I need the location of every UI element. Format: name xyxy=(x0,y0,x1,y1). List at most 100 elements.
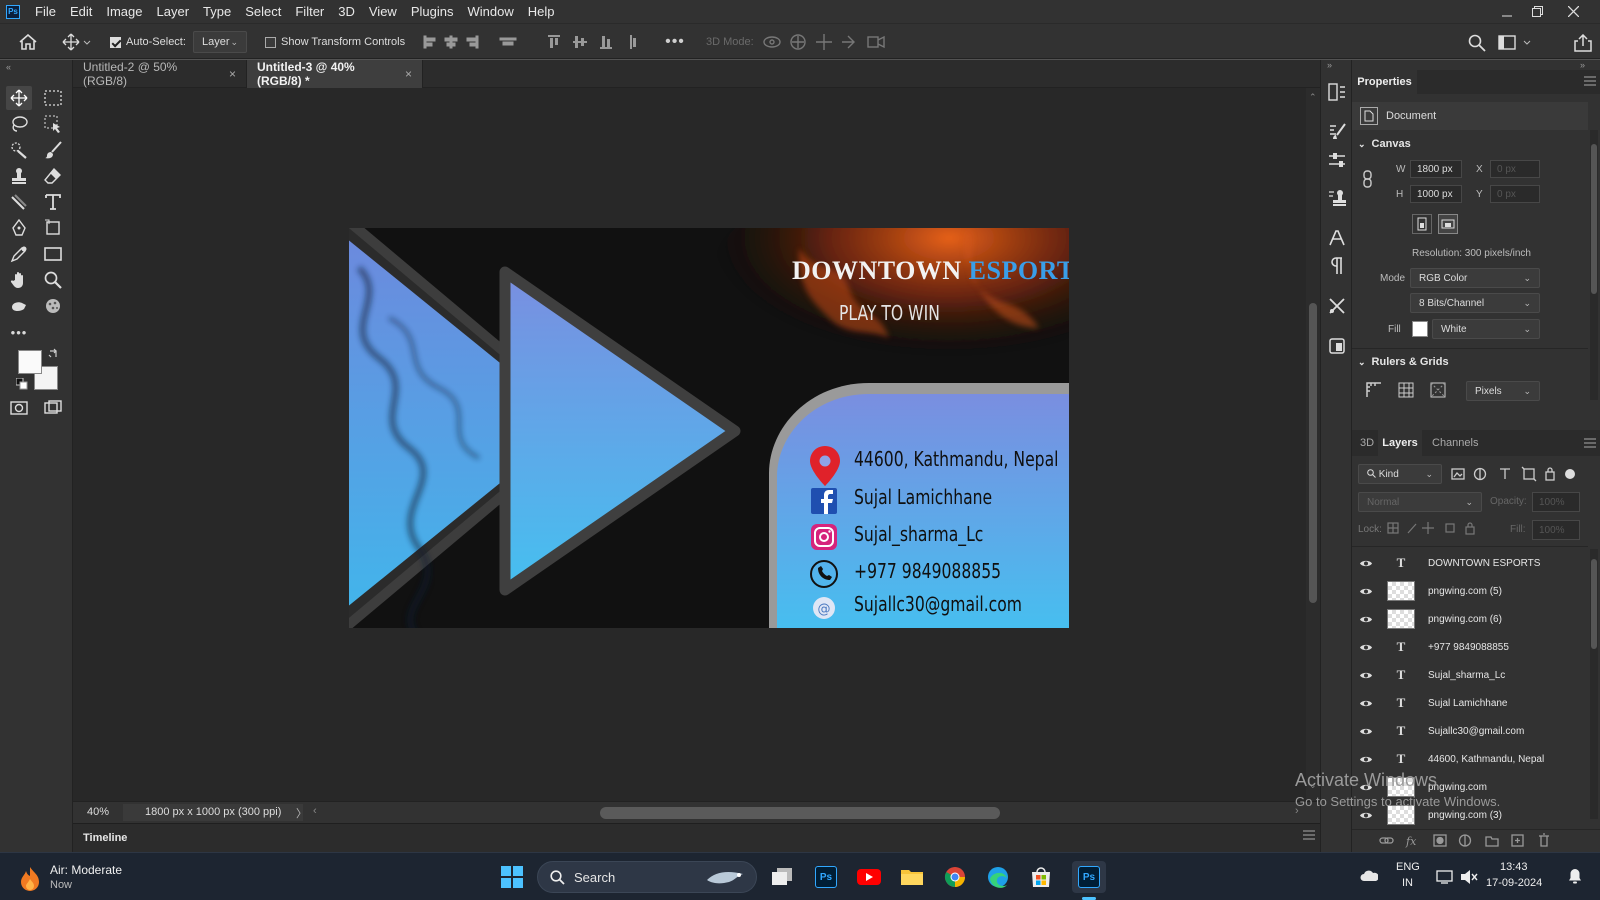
menu-filter[interactable]: Filter xyxy=(288,4,331,19)
start-button[interactable] xyxy=(495,861,529,893)
clock-date[interactable]: 17-09-2024 xyxy=(1486,877,1542,889)
visibility-eye-icon[interactable] xyxy=(1352,811,1380,820)
layer-row[interactable]: pngwing.com (5) xyxy=(1352,577,1588,605)
fill-opacity-field[interactable]: 100% xyxy=(1532,520,1580,540)
type-tool-icon[interactable] xyxy=(40,190,66,214)
more-options-icon[interactable]: ••• xyxy=(663,32,687,52)
tab-3d[interactable]: 3D xyxy=(1360,437,1374,449)
auto-select-checkbox[interactable]: Auto-Select: xyxy=(110,36,186,48)
home-icon[interactable] xyxy=(14,30,42,54)
ruler-icon[interactable] xyxy=(1366,382,1382,398)
menu-view[interactable]: View xyxy=(362,4,404,19)
collapse-toolbar-icon[interactable]: « xyxy=(6,62,11,72)
quick-selection-tool-icon[interactable] xyxy=(6,138,32,162)
show-transform-controls-checkbox[interactable]: Show Transform Controls xyxy=(265,36,405,48)
units-dropdown[interactable]: Pixels ⌄ xyxy=(1466,381,1540,401)
adjustments-icon[interactable] xyxy=(1325,148,1349,172)
brush-settings-icon[interactable] xyxy=(1325,120,1349,144)
layer-row[interactable]: T DOWNTOWN ESPORTS xyxy=(1352,549,1588,577)
swap-colors-icon[interactable] xyxy=(48,348,60,360)
pen-tool-icon[interactable] xyxy=(6,216,32,240)
menu-plugins[interactable]: Plugins xyxy=(404,4,461,19)
fill-color-swatch[interactable] xyxy=(1412,321,1428,337)
menu-select[interactable]: Select xyxy=(238,4,288,19)
status-expand-icon[interactable]: 〉 xyxy=(296,805,307,821)
bit-depth-dropdown[interactable]: 8 Bits/Channel ⌄ xyxy=(1410,293,1540,313)
layer-row[interactable]: T Sujal_sharma_Lc xyxy=(1352,661,1588,689)
notification-bell-icon[interactable] xyxy=(1568,868,1582,884)
tab-layers[interactable]: Layers xyxy=(1378,430,1422,456)
tab-channels[interactable]: Channels xyxy=(1432,437,1478,449)
region-indicator[interactable]: IN xyxy=(1402,877,1413,889)
youtube-icon[interactable] xyxy=(852,861,886,893)
eraser-tool-icon[interactable] xyxy=(40,164,66,188)
horizontal-scroll-thumb[interactable] xyxy=(600,807,1000,819)
task-view-icon[interactable] xyxy=(765,861,799,893)
canvas-section-header[interactable]: ⌄ Canvas xyxy=(1358,138,1411,150)
brush-tool-icon[interactable] xyxy=(40,138,66,162)
collapse-panels-icon[interactable]: » xyxy=(1580,60,1585,70)
align-buttons-icon[interactable] xyxy=(420,32,530,52)
search-icon[interactable] xyxy=(1466,32,1488,54)
collapse-dock-icon[interactable]: » xyxy=(1327,60,1332,70)
chrome-icon[interactable] xyxy=(938,861,972,893)
visibility-eye-icon[interactable] xyxy=(1352,587,1380,596)
more-tools-icon[interactable]: ••• xyxy=(6,320,32,344)
edge-icon[interactable] xyxy=(981,861,1015,893)
photoshop-taskbar-icon[interactable]: Ps xyxy=(809,861,843,893)
fill-dropdown[interactable]: White ⌄ xyxy=(1432,319,1540,339)
tab-untitled-2[interactable]: Untitled-2 @ 50% (RGB/8) × xyxy=(73,60,247,88)
gradient-tool-icon[interactable] xyxy=(6,190,32,214)
path-selection-tool-icon[interactable] xyxy=(40,216,66,240)
link-dimensions-icon[interactable] xyxy=(1362,170,1374,188)
layer-kind-filter[interactable]: Kind ⌄ xyxy=(1358,464,1442,484)
history-panel-icon[interactable] xyxy=(1325,80,1349,104)
weather-title[interactable]: Air: Moderate xyxy=(50,863,122,877)
grid-icon[interactable] xyxy=(1398,382,1414,398)
marquee-tool-icon[interactable] xyxy=(40,86,66,110)
panel-menu-icon[interactable] xyxy=(1303,830,1315,840)
network-icon[interactable] xyxy=(1436,869,1454,885)
document-info[interactable]: 1800 px x 1000 px (300 ppi) xyxy=(145,806,281,818)
panel-menu-icon[interactable] xyxy=(1584,76,1596,86)
auto-select-target-dropdown[interactable]: Layer ⌄ xyxy=(193,31,247,53)
layer-row[interactable]: T Sujallc30@gmail.com xyxy=(1352,717,1588,745)
paragraph-panel-icon[interactable] xyxy=(1325,254,1349,278)
hand-tool-icon[interactable] xyxy=(6,268,32,292)
rectangle-tool-icon[interactable] xyxy=(40,242,66,266)
move-tool-preset-icon[interactable] xyxy=(58,30,96,54)
file-explorer-icon[interactable] xyxy=(895,861,929,893)
move-tool-icon[interactable] xyxy=(6,86,32,110)
clone-stamp-tool-icon[interactable] xyxy=(6,164,32,188)
visibility-eye-icon[interactable] xyxy=(1352,755,1380,764)
taskbar-search-box[interactable]: Search xyxy=(537,861,757,893)
menu-3d[interactable]: 3D xyxy=(331,4,362,19)
visibility-eye-icon[interactable] xyxy=(1352,615,1380,624)
lock-options-icons[interactable] xyxy=(1386,521,1496,535)
layer-row[interactable]: T 44600, Kathmandu, Nepal xyxy=(1352,745,1588,773)
document-canvas[interactable]: @ DOWNTOWN ESPORTS PLAY TO WIN 44600, Ka… xyxy=(349,228,1069,628)
tab-properties[interactable]: Properties xyxy=(1352,70,1417,94)
menu-type[interactable]: Type xyxy=(196,4,238,19)
weather-icon[interactable] xyxy=(18,865,42,891)
rulers-grids-section-header[interactable]: ⌄ Rulers & Grids xyxy=(1358,356,1449,368)
smudge-tool-icon[interactable] xyxy=(6,294,32,318)
photoshop-active-taskbar-icon[interactable]: Ps xyxy=(1072,861,1106,893)
share-icon[interactable] xyxy=(1572,32,1594,54)
visibility-eye-icon[interactable] xyxy=(1352,643,1380,652)
landscape-orientation-icon[interactable] xyxy=(1438,214,1458,234)
visibility-eye-icon[interactable] xyxy=(1352,727,1380,736)
visibility-eye-icon[interactable] xyxy=(1352,559,1380,568)
clone-source-icon[interactable] xyxy=(1325,186,1349,210)
workspace-switcher-icon[interactable] xyxy=(1496,32,1536,54)
eyedropper-tool-icon[interactable] xyxy=(6,242,32,266)
default-colors-icon[interactable] xyxy=(16,378,28,390)
color-mode-dropdown[interactable]: RGB Color ⌄ xyxy=(1410,268,1540,288)
visibility-eye-icon[interactable] xyxy=(1352,699,1380,708)
timeline-tab[interactable]: Timeline xyxy=(83,832,127,844)
pixel-grid-icon[interactable] xyxy=(1430,382,1446,398)
layer-row[interactable]: T Sujal Lamichhane xyxy=(1352,689,1588,717)
clock-time[interactable]: 13:43 xyxy=(1500,861,1528,873)
menu-help[interactable]: Help xyxy=(521,4,562,19)
menu-file[interactable]: File xyxy=(28,4,63,19)
